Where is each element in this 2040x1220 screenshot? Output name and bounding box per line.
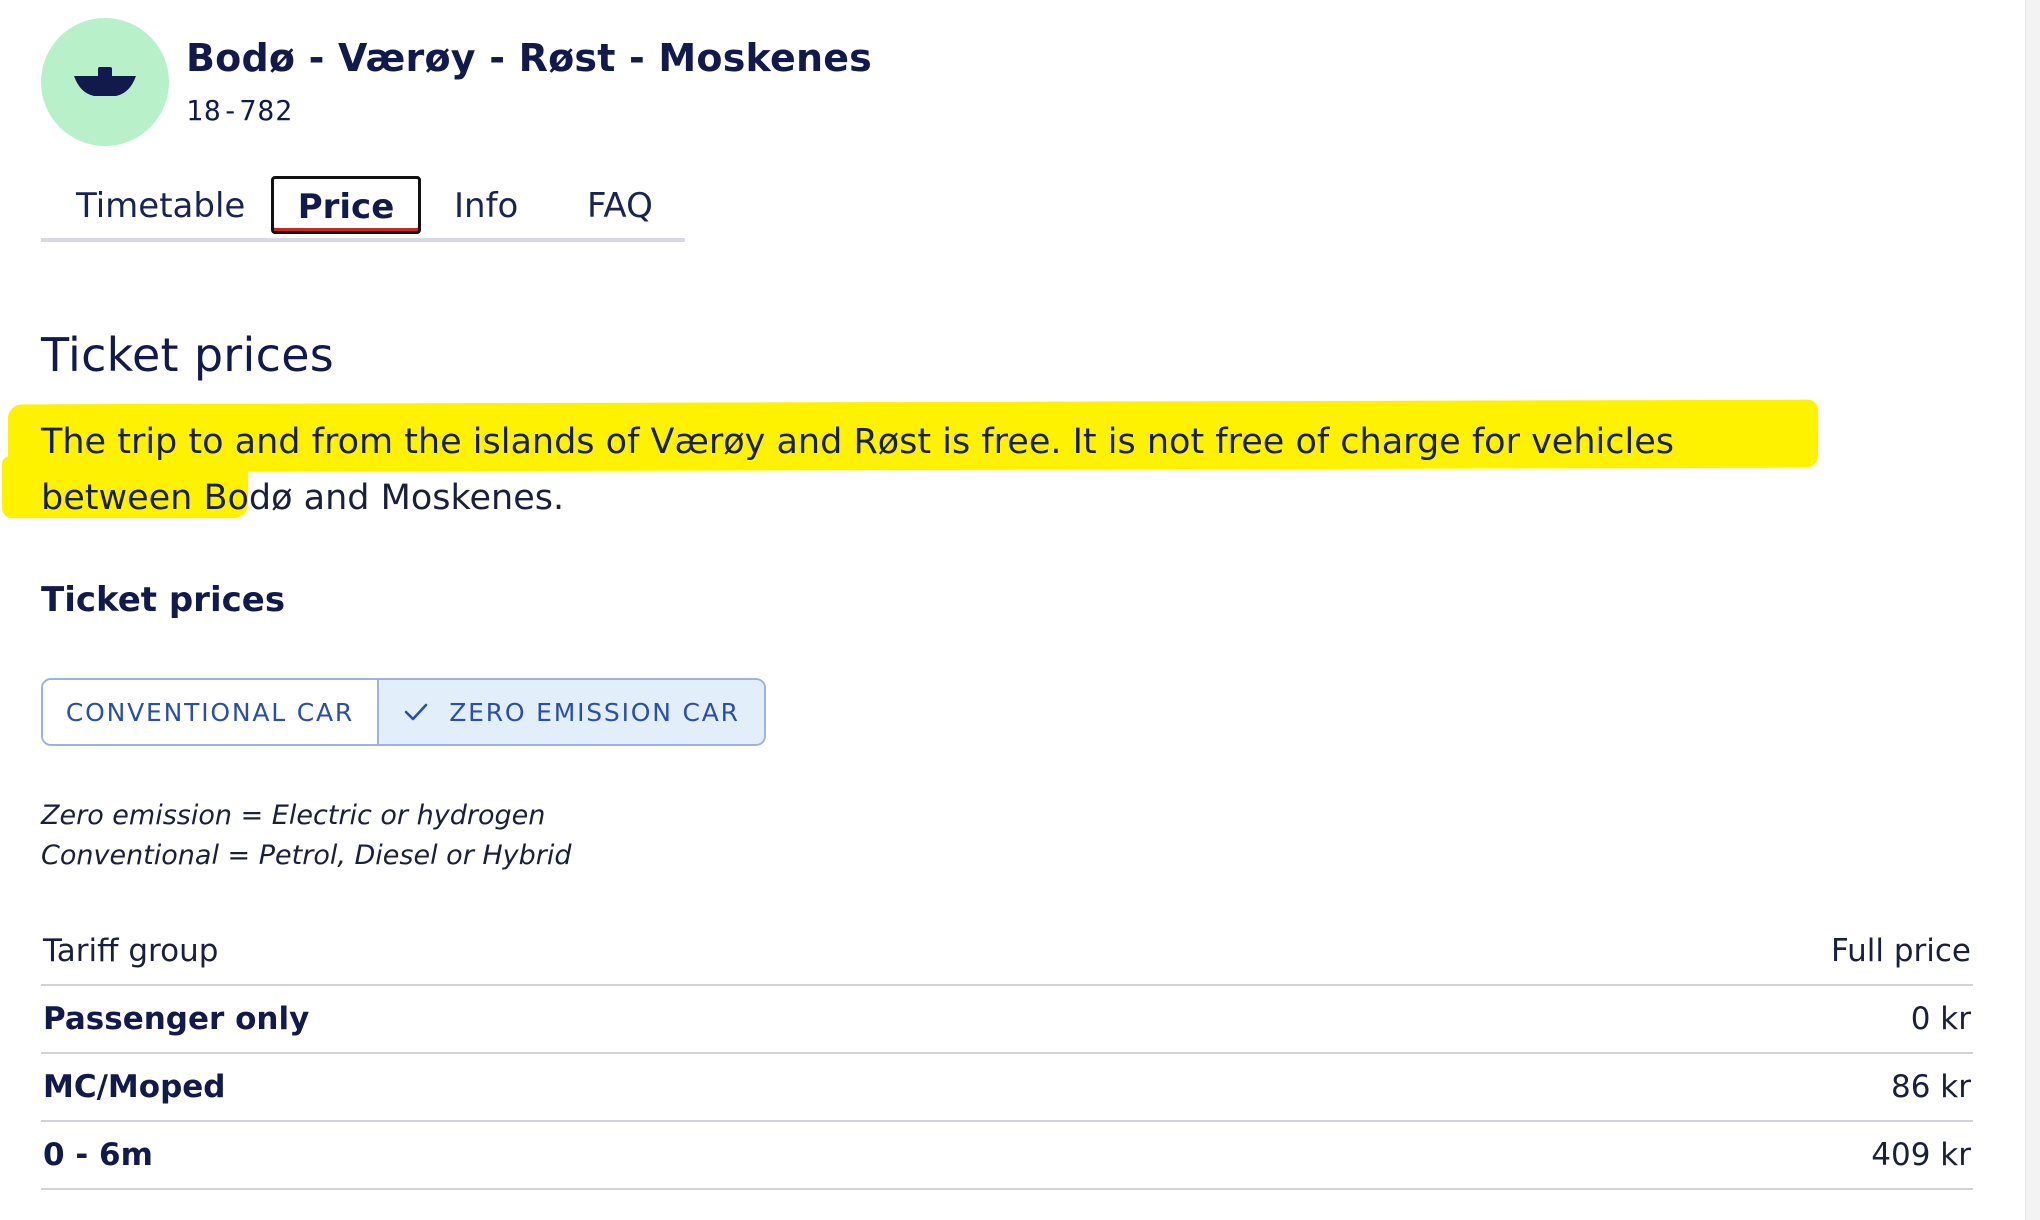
page-title: Ticket prices [41, 328, 335, 382]
conventional-note: Conventional = Petrol, Diesel or Hybrid [41, 840, 572, 871]
zero-emission-note: Zero emission = Electric or hydrogen [41, 800, 546, 831]
tab-faq[interactable]: FAQ [587, 176, 653, 236]
full-price-header: Full price [1301, 918, 1973, 986]
full-price-cell: 409 kr [1301, 1121, 1973, 1190]
tariff-group-cell: 0 - 6m [41, 1121, 1302, 1190]
conventional-car-label: CONVENTIONAL CAR [65, 697, 355, 727]
tariff-group-cell: MC/Moped [41, 1053, 1302, 1122]
zero-emission-car-button[interactable]: ZERO EMISSION CAR [379, 680, 764, 744]
table-header-row: Tariff group Full price [41, 918, 1973, 986]
tab-price[interactable]: Price [271, 176, 421, 234]
route-avatar [41, 18, 169, 146]
tab-timetable[interactable]: Timetable [76, 176, 245, 236]
full-price-cell: 86 kr [1301, 1053, 1973, 1122]
tab-info[interactable]: Info [454, 176, 518, 236]
route-tabs: Timetable Price Info FAQ [41, 174, 685, 242]
table-row: MC/Moped 86 kr [41, 1053, 1973, 1122]
table-row: Passenger only 0 kr [41, 985, 1973, 1054]
ferry-icon [74, 67, 136, 96]
route-number: 18-782 [186, 94, 294, 127]
intro-text: The trip to and from the islands of Værø… [41, 422, 1674, 518]
vehicle-type-toggle: CONVENTIONAL CAR ZERO EMISSION CAR [41, 678, 766, 746]
full-price-cell: 0 kr [1301, 985, 1973, 1054]
check-icon [404, 703, 428, 721]
conventional-car-button[interactable]: CONVENTIONAL CAR [43, 680, 379, 744]
section-title: Ticket prices [41, 580, 286, 620]
zero-emission-car-label: ZERO EMISSION CAR [449, 697, 740, 727]
price-table: Tariff group Full price Passenger only 0… [41, 918, 1973, 1190]
tariff-group-header: Tariff group [41, 918, 1302, 986]
route-title: Bodø - Værøy - Røst - Moskenes [186, 36, 872, 80]
page-scrollbar[interactable] [2025, 0, 2040, 1220]
table-row: 0 - 6m 409 kr [41, 1121, 1973, 1190]
tariff-group-cell: Passenger only [41, 985, 1302, 1054]
